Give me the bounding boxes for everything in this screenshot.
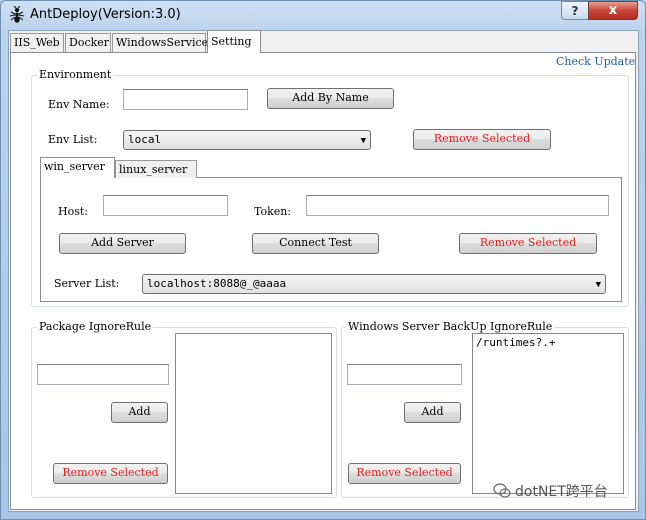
backup-ignore-add-button[interactable]: Add xyxy=(404,402,461,423)
token-input[interactable] xyxy=(306,195,609,216)
close-button[interactable]: x xyxy=(588,1,638,20)
tab-windows-service[interactable]: WindowsService xyxy=(112,33,208,52)
host-label: Host: xyxy=(58,205,88,218)
watermark-text: dotNET跨平台 xyxy=(515,484,608,500)
connect-test-button[interactable]: Connect Test xyxy=(252,233,379,254)
backup-ignore-input[interactable] xyxy=(347,364,462,385)
env-list-label: Env List: xyxy=(48,133,98,146)
chevron-down-icon: ▼ xyxy=(595,280,601,290)
token-label: Token: xyxy=(254,205,292,218)
tab-linux-server[interactable]: linux_server xyxy=(115,160,197,178)
env-list-selected: local xyxy=(128,133,162,146)
remove-selected-server-button[interactable]: Remove Selected xyxy=(459,233,597,254)
chevron-down-icon: ▼ xyxy=(360,136,366,146)
check-update-link[interactable]: Check Update xyxy=(556,55,635,68)
package-ignore-remove-button[interactable]: Remove Selected xyxy=(53,463,168,484)
remove-selected-env-button[interactable]: Remove Selected xyxy=(413,129,551,150)
window-title: AntDeploy(Version:3.0) xyxy=(30,7,181,22)
tab-win-server[interactable]: win_server xyxy=(40,157,115,178)
title-bar[interactable]: AntDeploy(Version:3.0) ? x xyxy=(0,0,646,30)
package-ignore-label: Package IgnoreRule xyxy=(37,320,154,333)
chat-bubble-icon xyxy=(493,483,511,498)
environment-group-label: Environment xyxy=(37,68,114,81)
tab-docker[interactable]: Docker xyxy=(65,33,111,52)
add-server-button[interactable]: Add Server xyxy=(59,233,186,254)
backup-ignore-label: Windows Server BackUp IgnoreRule xyxy=(346,320,555,333)
package-ignore-add-button[interactable]: Add xyxy=(111,402,168,423)
backup-ignore-list[interactable]: /runtimes?.+ xyxy=(472,333,624,494)
tab-setting[interactable]: Setting xyxy=(207,30,261,53)
server-list-selected: localhost:8088@_@aaaa xyxy=(147,277,287,290)
server-list-dropdown[interactable]: localhost:8088@_@aaaa ▼ xyxy=(142,274,606,294)
tab-iis-web[interactable]: IIS_Web xyxy=(10,33,64,52)
backup-ignore-remove-button[interactable]: Remove Selected xyxy=(348,463,461,484)
env-name-input[interactable] xyxy=(123,89,248,110)
host-input[interactable] xyxy=(103,195,228,216)
help-button[interactable]: ? xyxy=(561,1,589,20)
add-by-name-button[interactable]: Add By Name xyxy=(267,88,394,109)
watermark: dotNET跨平台 xyxy=(493,481,608,501)
server-list-label: Server List: xyxy=(54,277,120,290)
package-ignore-list[interactable] xyxy=(175,333,332,494)
package-ignore-input[interactable] xyxy=(37,364,169,385)
env-list-dropdown[interactable]: local ▼ xyxy=(123,130,371,150)
ant-icon xyxy=(9,6,25,23)
env-name-label: Env Name: xyxy=(48,98,110,111)
list-item[interactable]: /runtimes?.+ xyxy=(476,336,620,349)
